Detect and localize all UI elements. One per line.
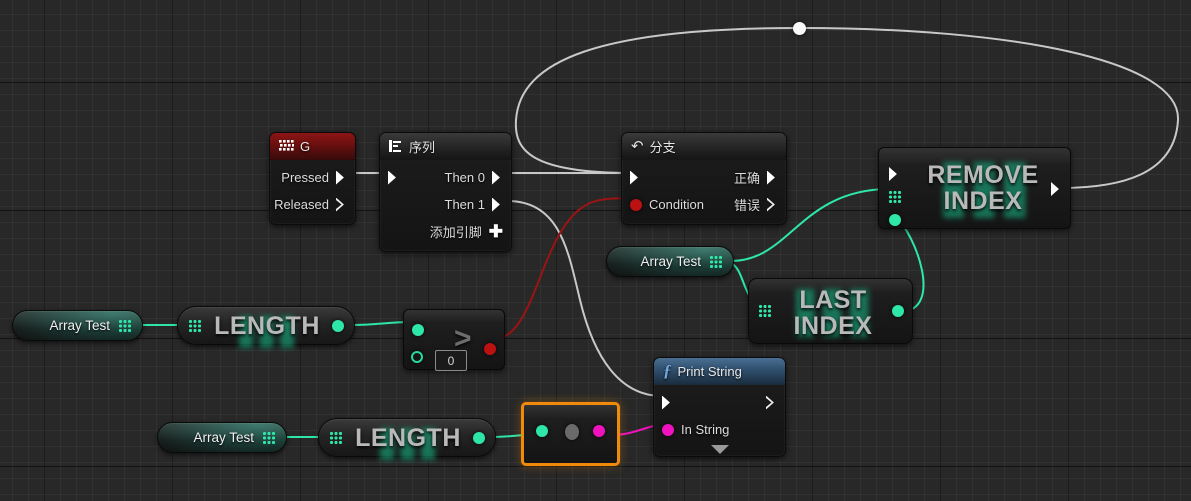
pin-row-print-exec[interactable] bbox=[654, 389, 785, 416]
node-body-key-event-g: Pressed Released bbox=[270, 160, 355, 224]
node-body-sequence: Then 0 Then 1 添加引脚 ✚ bbox=[380, 160, 511, 251]
node-greater-than[interactable]: 0 > bbox=[403, 309, 505, 371]
exec-pin-print-in-icon[interactable] bbox=[662, 395, 673, 410]
node-remove-index[interactable]: REMOVE INDEX bbox=[878, 147, 1071, 229]
reroute-knot[interactable] bbox=[793, 22, 806, 35]
array-pin-icon[interactable] bbox=[118, 318, 132, 333]
wire-then1-to-print-string bbox=[506, 200, 663, 397]
compare-output-bool-pin-icon[interactable] bbox=[484, 343, 496, 355]
node-length-upper[interactable]: LENGTH bbox=[177, 306, 355, 348]
wire-remove-index-loop-back bbox=[514, 26, 1180, 189]
array-pin-icon[interactable] bbox=[888, 190, 902, 204]
last-index-output-pin-icon[interactable] bbox=[892, 305, 904, 317]
node-title-label: G bbox=[300, 138, 311, 154]
node-header-print-string: ƒ Print String bbox=[654, 358, 785, 385]
node-remove-index-label: REMOVE INDEX bbox=[927, 161, 1039, 215]
pin-label-false: 错误 bbox=[733, 198, 760, 213]
tostring-input-pin-icon[interactable] bbox=[536, 425, 548, 437]
node-header-branch: ↶ 分支 bbox=[622, 133, 786, 160]
node-last-index[interactable]: LAST INDEX bbox=[748, 278, 913, 344]
greater-than-glyph: > bbox=[454, 322, 472, 355]
exec-pin-branch-in-icon[interactable] bbox=[630, 170, 641, 185]
pin-label-released: Released bbox=[274, 197, 329, 212]
node-header-key-event-g: G bbox=[270, 133, 355, 160]
pin-label-condition: Condition bbox=[649, 197, 704, 212]
array-pin-icon[interactable] bbox=[188, 318, 202, 333]
exec-pin-then-1-icon[interactable] bbox=[492, 197, 503, 212]
compare-input-a-pin-icon[interactable] bbox=[412, 324, 424, 336]
node-body-branch: 正确 Condition 错误 bbox=[622, 160, 786, 224]
node-array-test-left[interactable]: Array Test bbox=[12, 310, 143, 341]
node-header-sequence: 序列 bbox=[380, 133, 511, 160]
index-pin-icon[interactable] bbox=[889, 214, 901, 226]
array-test-label: Array Test bbox=[193, 430, 254, 445]
length-output-pin-icon[interactable] bbox=[473, 431, 485, 444]
exec-pin-released-icon[interactable] bbox=[336, 197, 347, 212]
node-title-label: Print String bbox=[677, 363, 742, 379]
length-output-pin-icon[interactable] bbox=[332, 319, 344, 332]
pin-row-then1[interactable]: Then 1 bbox=[380, 191, 511, 218]
node-array-test-lower[interactable]: Array Test bbox=[157, 422, 287, 453]
node-array-test-mid[interactable]: Array Test bbox=[606, 246, 734, 277]
node-length-label: LENGTH bbox=[355, 423, 461, 452]
pin-row-sequence-exec-then0[interactable]: Then 0 bbox=[380, 164, 511, 191]
add-pin-button[interactable]: 添加引脚 ✚ bbox=[380, 218, 511, 245]
node-key-event-g[interactable]: G Pressed Released bbox=[269, 132, 356, 225]
pin-label-in-string: In String bbox=[681, 422, 730, 437]
node-branch[interactable]: ↶ 分支 正确 Condition 错误 bbox=[621, 132, 787, 225]
branch-icon: ↶ bbox=[631, 137, 644, 155]
function-icon: ƒ bbox=[663, 361, 672, 380]
add-pin-label: 添加引脚 bbox=[429, 225, 482, 240]
exec-pin-true-icon[interactable] bbox=[767, 170, 778, 185]
pin-row-condition-false[interactable]: Condition 错误 bbox=[622, 191, 786, 218]
chevron-down-icon[interactable] bbox=[710, 445, 729, 454]
pin-label-then-1: Then 1 bbox=[444, 197, 485, 212]
plus-icon[interactable]: ✚ bbox=[489, 223, 503, 240]
node-title-label: 序列 bbox=[409, 139, 436, 155]
pin-row-pressed[interactable]: Pressed bbox=[270, 164, 355, 191]
array-pin-icon[interactable] bbox=[758, 304, 772, 318]
array-test-label: Array Test bbox=[49, 318, 110, 333]
node-to-string-selected[interactable] bbox=[521, 402, 620, 466]
exec-pin-print-out-icon[interactable] bbox=[766, 395, 777, 410]
array-pin-icon[interactable] bbox=[262, 430, 276, 445]
node-last-index-label: LAST INDEX bbox=[793, 286, 873, 340]
keyboard-icon bbox=[279, 139, 294, 153]
pin-label-pressed: Pressed bbox=[281, 170, 329, 185]
node-title-label: 分支 bbox=[649, 139, 676, 155]
node-length-lower[interactable]: LENGTH bbox=[318, 418, 496, 460]
pin-row-in-string[interactable]: In String bbox=[654, 416, 785, 443]
exec-pin-remove-index-in-icon[interactable] bbox=[889, 167, 900, 181]
node-length-label: LENGTH bbox=[214, 311, 320, 340]
pin-label-then-0: Then 0 bbox=[444, 170, 485, 185]
bool-pin-condition-icon[interactable] bbox=[630, 198, 642, 211]
exec-pin-then-0-icon[interactable] bbox=[492, 170, 503, 185]
node-body-print-string: In String bbox=[654, 385, 785, 456]
exec-pin-false-icon[interactable] bbox=[767, 197, 778, 212]
array-pin-icon[interactable] bbox=[709, 254, 723, 269]
pin-label-true: 正确 bbox=[733, 171, 760, 186]
pin-row-branch-exec-true[interactable]: 正确 bbox=[622, 164, 786, 191]
tostring-output-pin-icon[interactable] bbox=[593, 425, 605, 437]
sequence-icon bbox=[389, 140, 403, 152]
node-sequence[interactable]: 序列 Then 0 Then 1 添加引脚 ✚ bbox=[379, 132, 512, 252]
exec-pin-remove-index-out-icon[interactable] bbox=[1051, 182, 1062, 196]
compare-input-b-pin-icon[interactable] bbox=[411, 351, 423, 363]
pin-row-released[interactable]: Released bbox=[270, 191, 355, 218]
array-pin-icon[interactable] bbox=[329, 430, 343, 445]
blueprint-graph-canvas[interactable]: G Pressed Released 序列 Then 0 Then 1 添加引脚… bbox=[0, 0, 1191, 501]
node-print-string[interactable]: ƒ Print String In String bbox=[653, 357, 786, 457]
string-pin-in-string-icon[interactable] bbox=[662, 423, 674, 436]
exec-pin-sequence-in-icon[interactable] bbox=[388, 170, 399, 185]
tostring-center-pin-icon[interactable] bbox=[565, 424, 579, 440]
array-test-label: Array Test bbox=[640, 254, 701, 269]
exec-pin-pressed-icon[interactable] bbox=[336, 170, 347, 185]
